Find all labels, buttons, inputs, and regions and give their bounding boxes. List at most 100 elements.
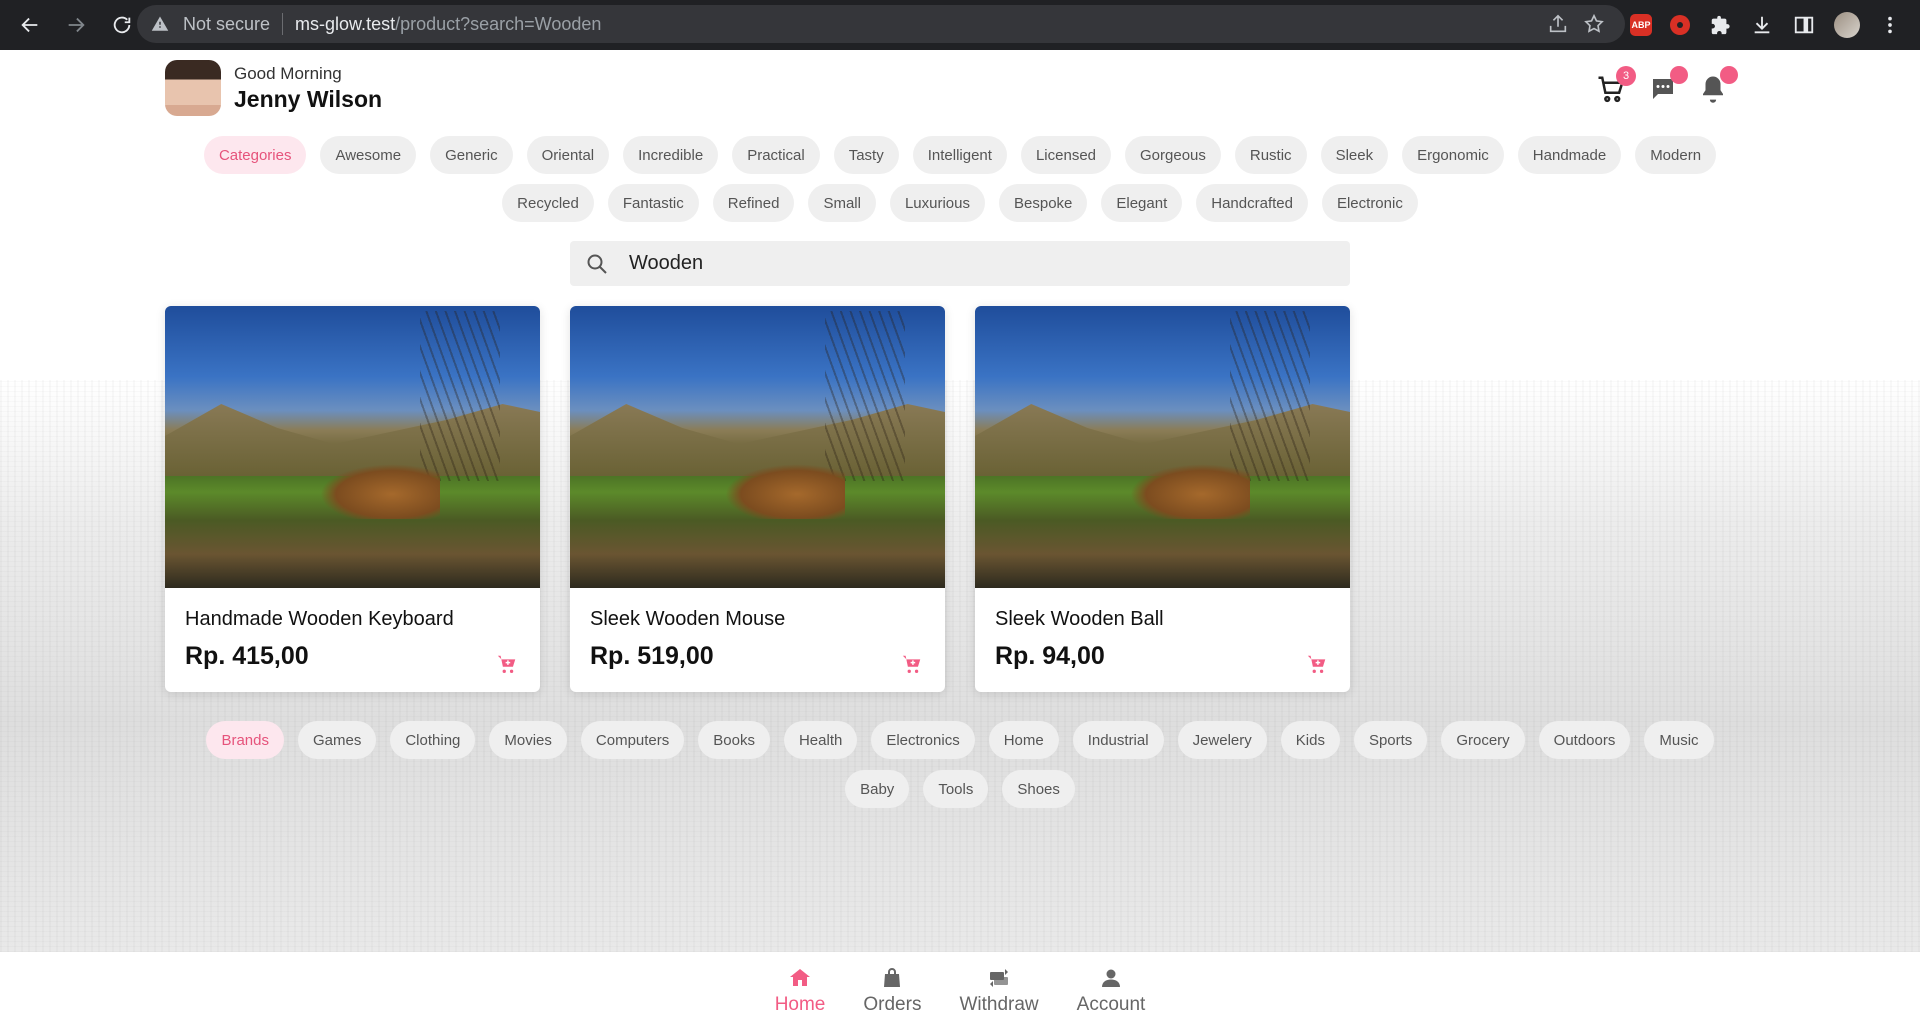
cart-badge: 3 [1616, 66, 1636, 86]
back-icon[interactable] [10, 5, 50, 45]
nav-label: Orders [863, 994, 922, 1015]
search-bar [570, 241, 1350, 286]
nav-label: Home [774, 994, 826, 1015]
category-chip[interactable]: Awesome [320, 136, 417, 174]
download-icon[interactable] [1750, 13, 1774, 37]
forward-icon[interactable] [56, 5, 96, 45]
category-chip[interactable]: Sleek [1320, 136, 1389, 174]
product-price: Rp. 94,00 [995, 642, 1105, 670]
product-card[interactable]: Sleek Wooden Ball Rp. 94,00 [975, 306, 1350, 692]
security-label: Not secure [183, 13, 271, 34]
greeting: Good Morning [234, 64, 342, 83]
brand-chip[interactable]: Grocery [1441, 721, 1525, 759]
category-chip[interactable]: Fantastic [607, 184, 699, 222]
brand-chip[interactable]: Kids [1280, 721, 1340, 759]
star-icon[interactable] [1583, 13, 1605, 35]
brand-chip[interactable]: Books [698, 721, 770, 759]
browser-profile-avatar[interactable] [1834, 12, 1860, 38]
warning-icon [151, 16, 169, 31]
category-chip[interactable]: Generic [430, 136, 513, 174]
reload-icon[interactable] [102, 5, 142, 45]
record-extension-icon[interactable] [1670, 15, 1690, 35]
bottom-navigation: Home Orders Withdraw Account [0, 952, 1920, 1028]
category-chip[interactable]: Gorgeous [1125, 136, 1221, 174]
nav-account[interactable]: Account [1076, 966, 1146, 1028]
avatar[interactable] [165, 60, 221, 116]
category-chip[interactable]: Intelligent [912, 136, 1007, 174]
brand-row-1: Brands Games Clothing Movies Computers B… [0, 721, 1920, 759]
brand-chip[interactable]: Movies [489, 721, 567, 759]
notification-badge [1720, 66, 1738, 84]
category-chip[interactable]: Elegant [1101, 184, 1183, 222]
side-panel-icon[interactable] [1792, 13, 1816, 37]
category-row-1: Categories Awesome Generic Oriental Incr… [0, 136, 1920, 174]
address-bar[interactable]: Not secure ms-glow.test /product?search=… [137, 5, 1625, 43]
brand-chip[interactable]: Electronics [871, 721, 975, 759]
category-chip[interactable]: Incredible [623, 136, 719, 174]
brand-chip[interactable]: Home [988, 721, 1059, 759]
category-chip[interactable]: Handcrafted [1196, 184, 1308, 222]
url-path: /product?search=Wooden [395, 13, 602, 34]
category-chip[interactable]: Electronic [1321, 184, 1418, 222]
category-chip[interactable]: Rustic [1234, 136, 1307, 174]
add-to-cart-icon[interactable] [1306, 653, 1328, 675]
category-chip[interactable]: Oriental [526, 136, 610, 174]
divider [282, 13, 284, 35]
category-row-2: Recycled Fantastic Refined Small Luxurio… [0, 184, 1920, 222]
notifications-button[interactable] [1698, 66, 1738, 104]
cart-button[interactable]: 3 [1596, 66, 1636, 104]
menu-kebab-icon[interactable] [1878, 13, 1902, 37]
product-card[interactable]: Handmade Wooden Keyboard Rp. 415,00 [165, 306, 540, 692]
product-card[interactable]: Sleek Wooden Mouse Rp. 519,00 [570, 306, 945, 692]
product-title: Sleek Wooden Mouse [590, 608, 786, 630]
category-chip[interactable]: Refined [712, 184, 795, 222]
brand-row-2: Baby Tools Shoes [0, 770, 1920, 808]
brand-chip[interactable]: Music [1644, 721, 1714, 759]
product-price: Rp. 519,00 [590, 642, 714, 670]
category-chip[interactable]: Ergonomic [1402, 136, 1504, 174]
category-chip[interactable]: Licensed [1020, 136, 1111, 174]
brand-chip[interactable]: Sports [1353, 721, 1428, 759]
brand-chip[interactable]: Games [297, 721, 377, 759]
adblock-extension-icon[interactable]: ABP [1630, 14, 1652, 36]
nav-label: Withdraw [959, 994, 1039, 1015]
search-input[interactable] [629, 252, 1309, 275]
brand-chip[interactable]: Health [783, 721, 858, 759]
brand-chip[interactable]: Computers [580, 721, 685, 759]
url-host: ms-glow.test [295, 13, 396, 34]
category-chip[interactable]: Modern [1635, 136, 1717, 174]
nav-orders[interactable]: Orders [863, 966, 921, 1028]
nav-home[interactable]: Home [774, 966, 826, 1028]
brand-chip[interactable]: Clothing [390, 721, 476, 759]
search-icon [587, 254, 607, 274]
category-chip[interactable]: Recycled [502, 184, 594, 222]
category-chip[interactable]: Handmade [1517, 136, 1622, 174]
category-chip[interactable]: Luxurious [889, 184, 985, 222]
brand-chip[interactable]: Baby [845, 770, 910, 808]
product-title: Handmade Wooden Keyboard [185, 608, 454, 630]
message-badge [1670, 66, 1688, 84]
brand-chip[interactable]: Jewelery [1177, 721, 1267, 759]
chip-brands[interactable]: Brands [206, 721, 284, 759]
chip-categories[interactable]: Categories [203, 136, 307, 174]
category-chip[interactable]: Bespoke [999, 184, 1088, 222]
add-to-cart-icon[interactable] [901, 653, 923, 675]
add-to-cart-icon[interactable] [496, 653, 518, 675]
share-icon[interactable] [1547, 13, 1569, 35]
product-image [165, 306, 540, 588]
home-icon [790, 969, 811, 986]
brand-chip[interactable]: Shoes [1002, 770, 1075, 808]
extensions-puzzle-icon[interactable] [1708, 13, 1732, 37]
nav-withdraw[interactable]: Withdraw [959, 966, 1039, 1028]
category-chip[interactable]: Practical [732, 136, 820, 174]
category-chip[interactable]: Small [808, 184, 876, 222]
messages-button[interactable] [1648, 66, 1688, 104]
category-chip[interactable]: Tasty [833, 136, 899, 174]
brand-chip[interactable]: Tools [923, 770, 989, 808]
product-image [570, 306, 945, 588]
product-title: Sleek Wooden Ball [995, 608, 1164, 630]
brand-chip[interactable]: Industrial [1072, 721, 1164, 759]
brand-chip[interactable]: Outdoors [1538, 721, 1631, 759]
nav-label: Account [1076, 994, 1146, 1015]
product-image [975, 306, 1350, 588]
